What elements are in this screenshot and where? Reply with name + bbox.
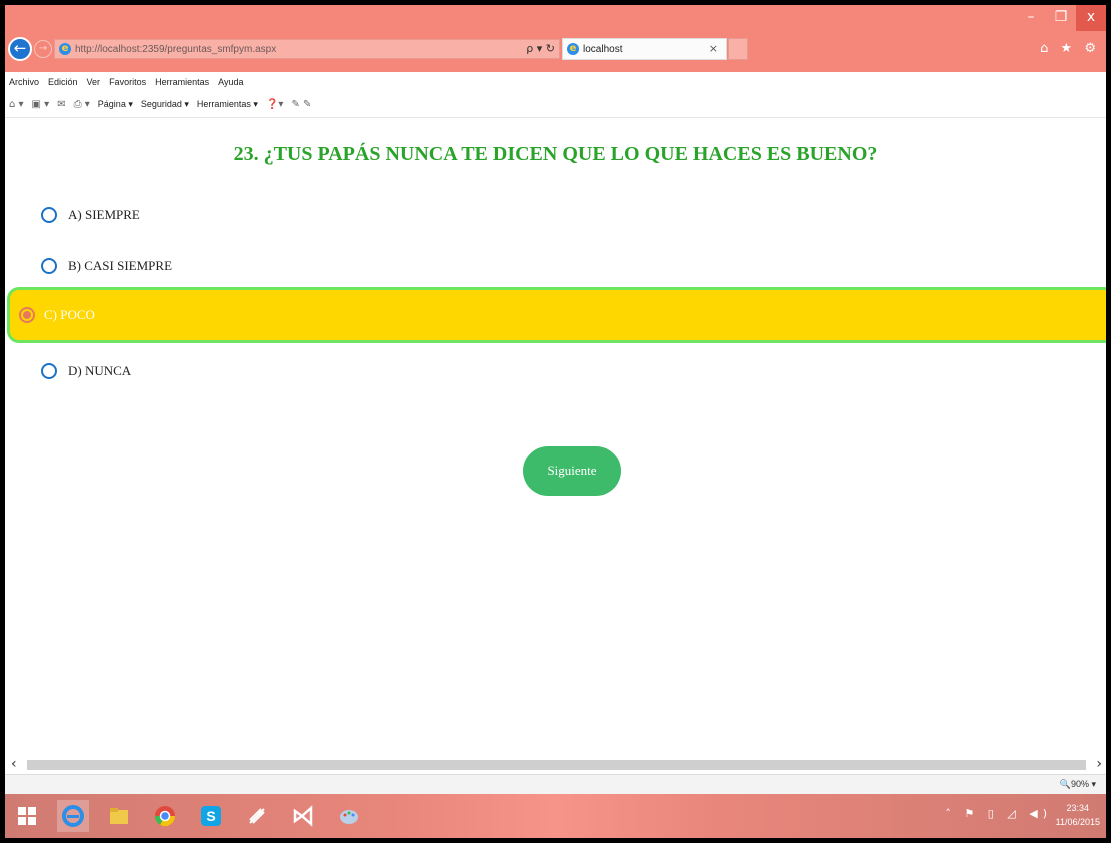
back-arrow-icon[interactable]: ← [8,37,32,61]
close-window-button[interactable]: x [1076,5,1106,31]
menu-herramientas[interactable]: Herramientas [155,77,209,87]
menu-ayuda[interactable]: Ayuda [218,77,243,87]
option-label: D) NUNCA [68,363,132,378]
zoom-level[interactable]: 🔍90% ▾ [1060,779,1096,790]
taskbar-clock[interactable]: 23:34 11/06/2015 [1056,801,1100,829]
window-controls: – ❐ x [1016,5,1106,31]
clock-time: 23:34 [1066,803,1090,813]
option-label: A) SIEMPRE [68,207,140,222]
tools-menu[interactable]: Herramientas ▾ [197,99,258,110]
menu-archivo[interactable]: Archivo [9,77,39,87]
status-bar: 🔍90% ▾ [5,774,1106,794]
search-refresh-icon[interactable]: ρ ▾ ↻ [526,42,555,55]
tab-localhost[interactable]: e localhost × [562,38,727,60]
taskbar: S ˄ ⚑ ▯ ◿ ◀) 23:34 11/06/2015 [5,794,1106,838]
option-a[interactable]: A) SIEMPRE [5,193,1106,237]
menu-bar: Archivo Edición Ver Favoritos Herramient… [5,72,1106,92]
ie-tab-icon: e [567,43,579,55]
skype-icon[interactable]: S [195,800,227,832]
chrome-icon[interactable] [149,800,181,832]
url-text[interactable]: http://localhost:2359/preguntas_smfpym.a… [75,44,276,55]
menu-favoritos[interactable]: Favoritos [109,77,146,87]
internet-explorer-icon[interactable] [57,800,89,832]
restore-button[interactable]: ❐ [1046,5,1076,31]
print-icon[interactable]: ⎙ ▾ [74,99,90,110]
menu-edicion[interactable]: Edición [48,77,78,87]
scroll-thumb[interactable] [27,760,1086,770]
title-bar: – ❐ x ← → e http://localhost:2359/pregun… [5,5,1106,72]
windows-start-icon[interactable] [11,800,43,832]
minimize-button[interactable]: – [1016,5,1046,31]
help-icon[interactable]: ❓▾ [266,99,283,110]
visual-studio-icon[interactable] [287,800,319,832]
radio-button[interactable] [41,363,57,379]
feeds-icon[interactable]: ▣ ▾ [32,99,50,110]
option-b[interactable]: B) CASI SIEMPRE [5,244,1106,288]
option-label: C) POCO [44,307,95,322]
research-icon[interactable]: ✎ ✎ [291,99,311,110]
page-menu[interactable]: Página ▾ [98,99,133,110]
system-tray-icons[interactable]: ˄ ⚑ ▯ ◿ ◀) [945,807,1052,820]
svg-text:S: S [206,808,215,824]
tab-close-icon[interactable]: × [709,42,718,55]
mail-icon[interactable]: ✉ [57,99,65,110]
scroll-left-icon[interactable]: ‹ [11,756,17,772]
home-icon[interactable]: ⌂ ▾ [9,99,24,110]
browser-window: – ❐ x ← → e http://localhost:2359/pregun… [5,5,1106,838]
horizontal-scrollbar[interactable]: ‹ › [5,756,1106,774]
forward-arrow-icon[interactable]: → [34,40,52,58]
question-title: 23. ¿TUS PAPÁS NUNCA TE DICEN QUE LO QUE… [233,143,878,165]
command-bar: ⌂ ▾ ▣ ▾ ✉ ⎙ ▾ Página ▾ Seguridad ▾ Herra… [5,92,1106,118]
clock-date: 11/06/2015 [1055,817,1100,827]
address-bar[interactable]: e http://localhost:2359/preguntas_smfpym… [54,39,560,59]
tool-icon[interactable] [241,800,273,832]
ie-page-icon: e [59,43,71,55]
new-tab-button[interactable] [728,38,748,60]
scroll-right-icon[interactable]: › [1096,756,1102,772]
radio-button[interactable] [41,207,57,223]
option-c-selected[interactable]: C) POCO [7,287,1106,343]
home-favorites-settings-icons[interactable]: ⌂ ★ ⚙ [1040,41,1100,56]
radio-button[interactable] [41,258,57,274]
paint-icon[interactable] [333,800,365,832]
tab-title: localhost [583,43,623,55]
option-d[interactable]: D) NUNCA [5,349,1106,393]
next-button[interactable]: Siguiente [523,446,621,496]
menu-ver[interactable]: Ver [87,77,101,87]
file-explorer-icon[interactable] [103,800,135,832]
security-menu[interactable]: Seguridad ▾ [141,99,189,110]
radio-button-checked[interactable] [19,307,35,323]
option-label: B) CASI SIEMPRE [68,258,173,273]
